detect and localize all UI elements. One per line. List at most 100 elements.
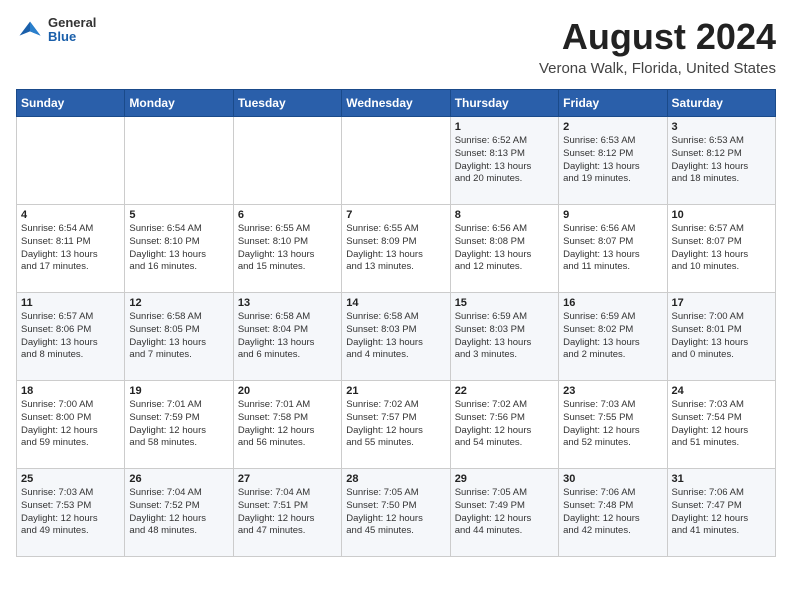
weekday-header-row: SundayMondayTuesdayWednesdayThursdayFrid…	[17, 90, 776, 117]
day-number: 27	[238, 473, 337, 485]
calendar-cell	[125, 117, 233, 205]
calendar-week-1: 1 Sunrise: 6:52 AM Sunset: 8:13 PM Daylig…	[17, 117, 776, 205]
weekday-header-tuesday: Tuesday	[233, 90, 341, 117]
calendar-cell: 28 Sunrise: 7:05 AM Sunset: 7:50 PM Dayli…	[342, 469, 450, 557]
calendar-cell: 25Sunrise: 7:03 AM Sunset: 7:53 PM Dayli…	[17, 469, 125, 557]
calendar-cell: 7 Sunrise: 6:55 AM Sunset: 8:09 PM Daylig…	[342, 205, 450, 293]
calendar-week-5: 25Sunrise: 7:03 AM Sunset: 7:53 PM Dayli…	[17, 469, 776, 557]
day-number: 4	[21, 209, 120, 221]
day-number: 19	[129, 385, 228, 397]
cell-content: Sunrise: 6:57 AM Sunset: 8:06 PM Dayligh…	[21, 311, 120, 362]
month-year-title: August 2024	[539, 16, 776, 58]
cell-content: Sunrise: 6:56 AM Sunset: 8:08 PM Dayligh…	[455, 223, 554, 274]
calendar-cell: 12 Sunrise: 6:58 AM Sunset: 8:05 PM Dayli…	[125, 293, 233, 381]
calendar-cell: 15 Sunrise: 6:59 AM Sunset: 8:03 PM Dayli…	[450, 293, 558, 381]
calendar-cell: 8 Sunrise: 6:56 AM Sunset: 8:08 PM Daylig…	[450, 205, 558, 293]
calendar-cell: 20Sunrise: 7:01 AM Sunset: 7:58 PM Dayli…	[233, 381, 341, 469]
cell-content: Sunrise: 6:54 AM Sunset: 8:10 PM Dayligh…	[129, 223, 228, 274]
cell-content: Sunrise: 7:05 AM Sunset: 7:50 PM Dayligh…	[346, 487, 445, 538]
day-number: 11	[21, 297, 120, 309]
cell-content: Sunrise: 6:58 AM Sunset: 8:03 PM Dayligh…	[346, 311, 445, 362]
calendar-cell: 14 Sunrise: 6:58 AM Sunset: 8:03 PM Dayli…	[342, 293, 450, 381]
cell-content: Sunrise: 6:59 AM Sunset: 8:03 PM Dayligh…	[455, 311, 554, 362]
day-number: 8	[455, 209, 554, 221]
calendar-cell: 18 Sunrise: 7:00 AM Sunset: 8:00 PM Dayli…	[17, 381, 125, 469]
logo-text: General Blue	[48, 16, 96, 45]
cell-content: Sunrise: 6:56 AM Sunset: 8:07 PM Dayligh…	[563, 223, 662, 274]
calendar-week-4: 18 Sunrise: 7:00 AM Sunset: 8:00 PM Dayli…	[17, 381, 776, 469]
cell-content: Sunrise: 7:06 AM Sunset: 7:47 PM Dayligh…	[672, 487, 771, 538]
day-number: 17	[672, 297, 771, 309]
day-number: 21	[346, 385, 445, 397]
day-number: 6	[238, 209, 337, 221]
calendar-cell	[342, 117, 450, 205]
cell-content: Sunrise: 7:02 AM Sunset: 7:56 PM Dayligh…	[455, 399, 554, 450]
calendar-cell: 17 Sunrise: 7:00 AM Sunset: 8:01 PM Dayli…	[667, 293, 775, 381]
day-number: 30	[563, 473, 662, 485]
calendar-week-2: 4 Sunrise: 6:54 AM Sunset: 8:11 PM Daylig…	[17, 205, 776, 293]
calendar-cell: 2Sunrise: 6:53 AM Sunset: 8:12 PM Daylig…	[559, 117, 667, 205]
logo: General Blue	[16, 16, 96, 45]
day-number: 10	[672, 209, 771, 221]
day-number: 12	[129, 297, 228, 309]
calendar-cell: 23Sunrise: 7:03 AM Sunset: 7:55 PM Dayli…	[559, 381, 667, 469]
cell-content: Sunrise: 6:53 AM Sunset: 8:12 PM Dayligh…	[563, 135, 662, 186]
cell-content: Sunrise: 6:59 AM Sunset: 8:02 PM Dayligh…	[563, 311, 662, 362]
cell-content: Sunrise: 7:03 AM Sunset: 7:55 PM Dayligh…	[563, 399, 662, 450]
calendar-cell	[17, 117, 125, 205]
day-number: 9	[563, 209, 662, 221]
day-number: 3	[672, 121, 771, 133]
cell-content: Sunrise: 7:00 AM Sunset: 8:00 PM Dayligh…	[21, 399, 120, 450]
day-number: 7	[346, 209, 445, 221]
calendar-cell: 13 Sunrise: 6:58 AM Sunset: 8:04 PM Dayli…	[233, 293, 341, 381]
cell-content: Sunrise: 6:54 AM Sunset: 8:11 PM Dayligh…	[21, 223, 120, 274]
calendar-cell: 26Sunrise: 7:04 AM Sunset: 7:52 PM Dayli…	[125, 469, 233, 557]
day-number: 24	[672, 385, 771, 397]
cell-content: Sunrise: 7:04 AM Sunset: 7:51 PM Dayligh…	[238, 487, 337, 538]
day-number: 1	[455, 121, 554, 133]
day-number: 29	[455, 473, 554, 485]
cell-content: Sunrise: 6:57 AM Sunset: 8:07 PM Dayligh…	[672, 223, 771, 274]
cell-content: Sunrise: 6:55 AM Sunset: 8:09 PM Dayligh…	[346, 223, 445, 274]
day-number: 28	[346, 473, 445, 485]
calendar-body: 1 Sunrise: 6:52 AM Sunset: 8:13 PM Daylig…	[17, 117, 776, 557]
calendar-table: SundayMondayTuesdayWednesdayThursdayFrid…	[16, 89, 776, 557]
calendar-cell: 4 Sunrise: 6:54 AM Sunset: 8:11 PM Daylig…	[17, 205, 125, 293]
cell-content: Sunrise: 6:58 AM Sunset: 8:04 PM Dayligh…	[238, 311, 337, 362]
page-header: General Blue August 2024 Verona Walk, Fl…	[16, 16, 776, 77]
cell-content: Sunrise: 6:55 AM Sunset: 8:10 PM Dayligh…	[238, 223, 337, 274]
calendar-cell	[233, 117, 341, 205]
day-number: 5	[129, 209, 228, 221]
calendar-cell: 29Sunrise: 7:05 AM Sunset: 7:49 PM Dayli…	[450, 469, 558, 557]
calendar-cell: 24 Sunrise: 7:03 AM Sunset: 7:54 PM Dayli…	[667, 381, 775, 469]
weekday-header-wednesday: Wednesday	[342, 90, 450, 117]
location-subtitle: Verona Walk, Florida, United States	[539, 60, 776, 77]
cell-content: Sunrise: 7:00 AM Sunset: 8:01 PM Dayligh…	[672, 311, 771, 362]
cell-content: Sunrise: 6:52 AM Sunset: 8:13 PM Dayligh…	[455, 135, 554, 186]
day-number: 13	[238, 297, 337, 309]
cell-content: Sunrise: 7:03 AM Sunset: 7:53 PM Dayligh…	[21, 487, 120, 538]
calendar-cell: 1 Sunrise: 6:52 AM Sunset: 8:13 PM Daylig…	[450, 117, 558, 205]
weekday-header-saturday: Saturday	[667, 90, 775, 117]
calendar-cell: 6 Sunrise: 6:55 AM Sunset: 8:10 PM Daylig…	[233, 205, 341, 293]
weekday-header-sunday: Sunday	[17, 90, 125, 117]
day-number: 18	[21, 385, 120, 397]
cell-content: Sunrise: 6:53 AM Sunset: 8:12 PM Dayligh…	[672, 135, 771, 186]
calendar-cell: 21 Sunrise: 7:02 AM Sunset: 7:57 PM Dayli…	[342, 381, 450, 469]
cell-content: Sunrise: 7:04 AM Sunset: 7:52 PM Dayligh…	[129, 487, 228, 538]
calendar-week-3: 11 Sunrise: 6:57 AM Sunset: 8:06 PM Dayli…	[17, 293, 776, 381]
calendar-cell: 9 Sunrise: 6:56 AM Sunset: 8:07 PM Daylig…	[559, 205, 667, 293]
calendar-cell: 30Sunrise: 7:06 AM Sunset: 7:48 PM Dayli…	[559, 469, 667, 557]
day-number: 31	[672, 473, 771, 485]
title-block: August 2024 Verona Walk, Florida, United…	[539, 16, 776, 77]
day-number: 14	[346, 297, 445, 309]
cell-content: Sunrise: 7:03 AM Sunset: 7:54 PM Dayligh…	[672, 399, 771, 450]
cell-content: Sunrise: 7:01 AM Sunset: 7:59 PM Dayligh…	[129, 399, 228, 450]
day-number: 15	[455, 297, 554, 309]
cell-content: Sunrise: 6:58 AM Sunset: 8:05 PM Dayligh…	[129, 311, 228, 362]
weekday-header-monday: Monday	[125, 90, 233, 117]
cell-content: Sunrise: 7:02 AM Sunset: 7:57 PM Dayligh…	[346, 399, 445, 450]
calendar-cell: 31 Sunrise: 7:06 AM Sunset: 7:47 PM Dayli…	[667, 469, 775, 557]
cell-content: Sunrise: 7:01 AM Sunset: 7:58 PM Dayligh…	[238, 399, 337, 450]
calendar-cell: 22Sunrise: 7:02 AM Sunset: 7:56 PM Dayli…	[450, 381, 558, 469]
